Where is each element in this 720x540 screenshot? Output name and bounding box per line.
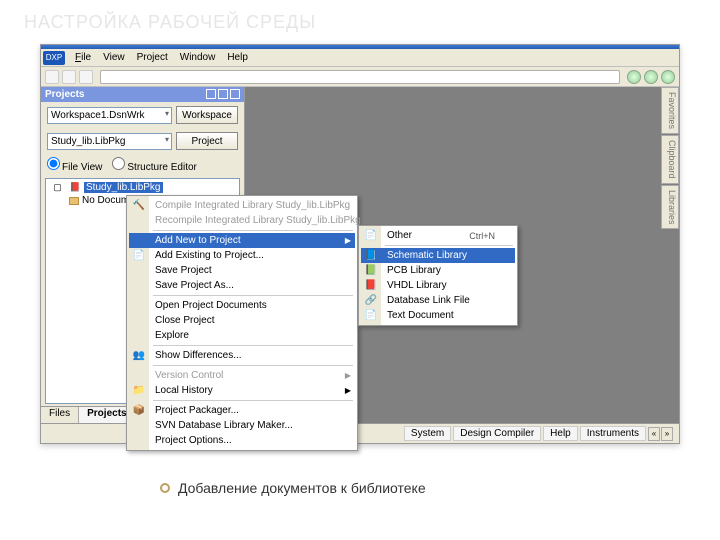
submenu-arrow-icon: ▶ (345, 236, 351, 245)
sb-help[interactable]: Help (543, 426, 578, 441)
go-fwd-icon[interactable] (644, 70, 658, 84)
diff-icon: 👥 (132, 349, 146, 363)
submenu-arrow-icon: ▶ (345, 371, 351, 380)
textdoc-icon: 📄 (364, 309, 378, 323)
menu-packager[interactable]: 📦Project Packager... (129, 403, 355, 418)
tb-new-icon[interactable] (45, 70, 59, 84)
menubar: DXP FFileile View Project Window Help (41, 49, 679, 67)
menu-show-diff[interactable]: 👥Show Differences... (129, 348, 355, 363)
slide-title: НАСТРОЙКА РАБОЧЕЙ СРЕДЫ (0, 0, 720, 37)
submenu-schematic-library[interactable]: 📘Schematic Library (361, 248, 515, 263)
toolbar (41, 67, 679, 87)
history-icon: 📁 (132, 384, 146, 398)
slide-caption: Добавление документов к библиотеке (160, 480, 426, 496)
packager-icon: 📦 (132, 404, 146, 418)
menu-add-new[interactable]: Add New to Project▶ (129, 233, 355, 248)
panel-menu-icon[interactable] (206, 89, 216, 99)
pcb-icon: 📗 (364, 264, 378, 278)
bullet-icon (160, 483, 170, 493)
tree-root-label: Study_lib.LibPkg (84, 182, 163, 193)
add-existing-icon: 📄 (132, 249, 146, 263)
collapse-icon[interactable]: ▢ (52, 182, 63, 193)
dblink-icon: 🔗 (364, 294, 378, 308)
panel-close-icon[interactable] (230, 89, 240, 99)
menu-save[interactable]: Save Project (129, 263, 355, 278)
menu-window[interactable]: Window (174, 52, 222, 63)
sb-system[interactable]: System (404, 426, 451, 441)
project-icon: 📕 (70, 182, 81, 193)
project-button[interactable]: Project (176, 132, 238, 150)
menu-file[interactable]: FFileile (69, 52, 97, 63)
radio-file-view[interactable]: File View (47, 157, 102, 173)
schematic-icon: 📘 (364, 249, 378, 263)
menu-project[interactable]: Project (131, 52, 174, 63)
menu-open-docs[interactable]: Open Project Documents (129, 298, 355, 313)
submenu-pcb-library[interactable]: 📗PCB Library (361, 263, 515, 278)
side-tab-libraries[interactable]: Libraries (661, 185, 679, 230)
address-combo[interactable] (100, 70, 620, 84)
sb-next-icon[interactable]: » (661, 427, 673, 441)
vhdl-icon: 📕 (364, 279, 378, 293)
menu-add-existing[interactable]: 📄Add Existing to Project... (129, 248, 355, 263)
radio-structure-editor[interactable]: Structure Editor (112, 157, 196, 173)
side-tab-clipboard[interactable]: Clipboard (661, 135, 679, 184)
menu-close[interactable]: Close Project (129, 313, 355, 328)
menu-recompile[interactable]: Recompile Integrated Library Study_lib.L… (129, 213, 355, 228)
home-icon[interactable] (661, 70, 675, 84)
menu-save-as[interactable]: Save Project As... (129, 278, 355, 293)
doc-icon: 📄 (364, 229, 378, 243)
folder-icon (68, 195, 79, 206)
sb-design-compiler[interactable]: Design Compiler (453, 426, 541, 441)
menu-help[interactable]: Help (221, 52, 254, 63)
tb-open-icon[interactable] (62, 70, 76, 84)
menu-compile[interactable]: 🔨Compile Integrated Library Study_lib.Li… (129, 198, 355, 213)
submenu-dblink[interactable]: 🔗Database Link File (361, 293, 515, 308)
submenu-other[interactable]: 📄OtherCtrl+N (361, 228, 515, 243)
context-menu-project: 🔨Compile Integrated Library Study_lib.Li… (126, 195, 358, 451)
side-tab-favorites[interactable]: Favorites (661, 87, 679, 134)
project-combo[interactable]: Study_lib.LibPkg (47, 133, 172, 150)
go-back-icon[interactable] (627, 70, 641, 84)
compile-icon: 🔨 (132, 199, 146, 213)
submenu-add-new: 📄OtherCtrl+N 📘Schematic Library 📗PCB Lib… (358, 225, 518, 326)
side-tabs: Favorites Clipboard Libraries (661, 87, 679, 230)
sb-instruments[interactable]: Instruments (580, 426, 646, 441)
menu-options[interactable]: Project Options... (129, 433, 355, 448)
submenu-arrow-icon: ▶ (345, 386, 351, 395)
panel-pin-icon[interactable] (218, 89, 228, 99)
sb-arrows: « » (648, 427, 673, 441)
workspace-button[interactable]: Workspace (176, 106, 238, 124)
submenu-vhdl-library[interactable]: 📕VHDL Library (361, 278, 515, 293)
app-logo: DXP (43, 51, 65, 65)
workspace-combo[interactable]: Workspace1.DsnWrk (47, 107, 172, 124)
menu-version[interactable]: Version Control▶ (129, 368, 355, 383)
menu-svn[interactable]: SVN Database Library Maker... (129, 418, 355, 433)
sb-prev-icon[interactable]: « (648, 427, 660, 441)
menu-history[interactable]: 📁Local History▶ (129, 383, 355, 398)
menu-view[interactable]: View (97, 52, 131, 63)
tab-files[interactable]: Files (41, 407, 79, 423)
panel-header: Projects (41, 87, 244, 102)
tb-save-icon[interactable] (79, 70, 93, 84)
tree-root-row[interactable]: ▢ 📕 Study_lib.LibPkg (48, 181, 237, 194)
submenu-text-doc[interactable]: 📄Text Document (361, 308, 515, 323)
menu-explore[interactable]: Explore (129, 328, 355, 343)
